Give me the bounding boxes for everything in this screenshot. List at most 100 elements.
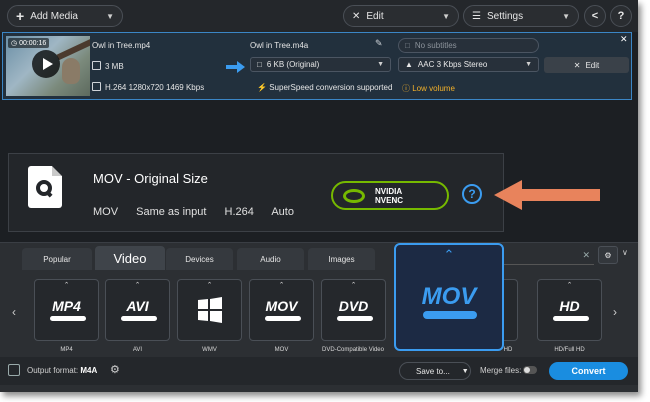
scroll-right-icon[interactable]: › <box>613 305 617 319</box>
callout-arrow-icon <box>494 180 600 210</box>
tab-audio[interactable]: Audio <box>237 248 304 270</box>
edit-menu-label: Edit <box>366 10 384 22</box>
duration-value: 00:00:16 <box>19 40 47 47</box>
video-info-icon <box>92 82 101 91</box>
format-label-mov: MOV <box>274 347 289 353</box>
save-to-label: Save to... <box>416 366 450 376</box>
nvidia-nvenc-badge: NVIDIA NVENC <box>331 181 449 210</box>
preset-container: MOV <box>93 206 119 218</box>
app-window: + Add Media ▼ ✕ Edit ▼ ☰ Settings ▼ < ? … <box>0 0 638 392</box>
nvenc-text: NVIDIA NVENC <box>375 187 403 205</box>
custom-preset-button[interactable]: ⚙ <box>598 246 618 264</box>
output-format-label: Output format: <box>27 366 79 375</box>
format-label-mp4: MP4 <box>60 347 73 353</box>
bottom-bar: Output format: M4A ⚙ Save to... ▼ Merge … <box>0 357 638 385</box>
source-size: 3 MB <box>105 62 124 71</box>
merge-files-toggle[interactable] <box>523 366 537 374</box>
quicktime-file-icon <box>28 166 62 208</box>
edit-menu-button[interactable]: ✕ Edit ▼ <box>343 5 459 27</box>
file-size-icon: □ <box>257 60 262 69</box>
format-tile-mp4[interactable]: ⌃ MP4 <box>34 279 99 341</box>
file-row[interactable]: ◷ 00:00:16 Owl in Tree.mp4 3 MB H.264 12… <box>2 32 632 100</box>
play-icon <box>42 58 53 70</box>
share-icon: < <box>591 10 599 22</box>
preset-title: MOV - Original Size <box>93 171 208 186</box>
caret-up-icon: ⌃ <box>350 282 357 289</box>
help-button[interactable]: ? <box>610 5 632 27</box>
chevron-down-icon: ▼ <box>442 11 450 21</box>
tab-popular[interactable]: Popular <box>22 248 92 270</box>
format-label-dvd: DVD-Compatible Video <box>322 347 384 353</box>
merge-files-label: Merge files: <box>480 366 522 375</box>
dvd-logo: DVD <box>338 298 369 314</box>
superspeed-text: SuperSpeed conversion supported <box>269 83 393 92</box>
format-search-input[interactable]: ✕ <box>504 248 594 265</box>
subtitles-icon: □ <box>405 41 410 50</box>
audio-track-dropdown[interactable]: ▲ AAC 3 Kbps Stereo ▼ <box>398 57 539 72</box>
scroll-left-icon[interactable]: ‹ <box>12 305 16 319</box>
preset-info-box: MOV - Original Size MOV Same as input H.… <box>8 153 504 232</box>
speaker-icon: ▲ <box>405 60 413 69</box>
selected-mov-logo: MOV <box>421 283 477 310</box>
thumbnail-branch <box>56 37 90 61</box>
tab-images[interactable]: Images <box>308 248 375 270</box>
chevron-down-icon: ▼ <box>377 61 384 68</box>
share-button[interactable]: < <box>584 5 606 27</box>
preset-codec: H.264 <box>224 206 254 218</box>
tab-video[interactable]: Video <box>95 246 165 270</box>
format-settings-gear-icon[interactable]: ⚙ <box>110 363 120 376</box>
preset-specs: MOV Same as input H.264 Auto <box>93 206 309 218</box>
save-to-button[interactable]: Save to... ▼ <box>399 362 471 380</box>
mov-logo: MOV <box>265 298 298 314</box>
tools-icon: ✕ <box>573 60 581 70</box>
nvidia-eye-icon <box>343 188 365 203</box>
video-pill-icon <box>423 311 477 319</box>
tab-devices[interactable]: Devices <box>166 248 233 270</box>
duration-label: ◷ 00:00:16 <box>8 38 50 48</box>
remove-file-icon[interactable]: ✕ <box>620 34 628 45</box>
nvenc-help-icon[interactable]: ? <box>462 184 482 204</box>
settings-button[interactable]: ☰ Settings ▼ <box>463 5 579 27</box>
play-button[interactable] <box>32 50 60 78</box>
format-label-hd: HD <box>503 347 513 353</box>
format-tile-hd-full-hd[interactable]: ⌃ HD <box>537 279 602 341</box>
video-pill-icon <box>265 316 301 321</box>
low-volume-warning[interactable]: ⓘ Low volume <box>402 83 455 94</box>
output-format-icon[interactable] <box>8 364 20 376</box>
chevron-down-icon: ▼ <box>562 11 570 21</box>
subtitles-dropdown[interactable]: □ No subtitles <box>398 38 539 53</box>
output-size-dropdown[interactable]: □ 6 KB (Original) ▼ <box>250 57 391 72</box>
file-edit-label: Edit <box>585 60 600 70</box>
clear-search-icon[interactable]: ✕ <box>582 250 590 261</box>
nvenc-line2: NVENC <box>375 195 404 205</box>
mp4-logo: MP4 <box>52 298 81 314</box>
collapse-panel-icon[interactable]: ∨ <box>622 248 628 257</box>
hd-logo: HD <box>559 298 580 314</box>
windows-logo-icon <box>198 297 222 323</box>
rename-pencil-icon[interactable]: ✎ <box>375 38 383 49</box>
format-label-wmv: WMV <box>202 347 217 353</box>
format-tile-wmv[interactable]: ⌃ <box>177 279 242 341</box>
output-format: Output format: M4A <box>27 366 97 375</box>
selected-format-tile-mov[interactable]: ⌃ MOV <box>394 243 504 351</box>
video-pill-icon <box>337 316 373 321</box>
video-thumbnail[interactable]: ◷ 00:00:16 <box>6 36 90 96</box>
caret-up-icon: ⌃ <box>278 282 285 289</box>
preset-resolution: Same as input <box>136 206 207 218</box>
source-info: H.264 1280x720 1469 Kbps <box>105 83 205 92</box>
caret-up-icon: ⌃ <box>566 282 573 289</box>
convert-button[interactable]: Convert <box>549 362 628 380</box>
format-tile-mov[interactable]: ⌃ MOV <box>249 279 314 341</box>
output-format-value: M4A <box>80 366 98 375</box>
video-pill-icon <box>121 316 157 321</box>
low-volume-text: Low volume <box>412 84 455 93</box>
quicktime-q-tail <box>45 190 53 198</box>
plus-icon: + <box>16 8 25 24</box>
format-tile-dvd[interactable]: ⌃ DVD <box>321 279 386 341</box>
top-toolbar: + Add Media ▼ ✕ Edit ▼ ☰ Settings ▼ < ? <box>0 0 638 32</box>
caret-up-icon: ⌃ <box>134 282 141 289</box>
format-tile-avi[interactable]: ⌃ AVI <box>105 279 170 341</box>
file-edit-button[interactable]: ✕ Edit <box>544 57 629 73</box>
source-filename: Owl in Tree.mp4 <box>92 41 151 50</box>
add-media-button[interactable]: + Add Media ▼ <box>7 5 123 27</box>
